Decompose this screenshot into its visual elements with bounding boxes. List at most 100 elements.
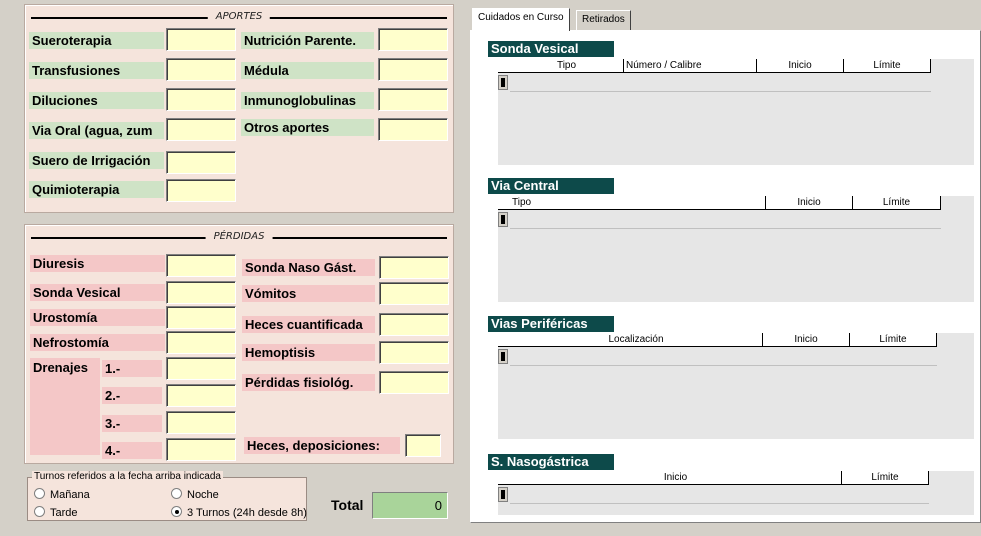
aportes-group: APORTES Sueroterapia Transfusiones Diluc… [24, 4, 454, 213]
field-nefrostomia[interactable] [166, 331, 236, 354]
label-vomitos: Vómitos [242, 285, 375, 302]
perdidas-group: PÉRDIDAS Diuresis Sonda Vesical Urostomí… [24, 224, 454, 464]
label-nutricion-parenteral: Nutrición Parente. [241, 32, 374, 49]
label-heces-cuantificada: Heces cuantificada [242, 316, 375, 333]
field-sonda-vesical[interactable] [166, 281, 236, 304]
label-suero-irrigacion: Suero de Irrigación [29, 152, 164, 169]
label-hemoptisis: Hemoptisis [242, 344, 375, 361]
field-medula[interactable] [378, 58, 448, 81]
field-sonda-naso-gastrica[interactable] [379, 256, 449, 279]
field-heces-deposiciones[interactable] [405, 434, 441, 457]
field-nutricion-parenteral[interactable] [378, 28, 448, 51]
label-nefrostomia: Nefrostomía [30, 334, 165, 351]
table-row[interactable] [510, 212, 941, 229]
label-sonda-naso-gastrica: Sonda Naso Gást. [242, 259, 375, 276]
grid-header: Tipo Número / Calibre Inicio Límite [498, 59, 931, 73]
col-numero-calibre[interactable]: Número / Calibre [624, 59, 757, 73]
radio-tarde[interactable]: Tarde [34, 506, 78, 519]
radio-circle-icon [171, 488, 182, 499]
label-otros-aportes: Otros aportes [241, 119, 374, 136]
label-drenaje-4: 4.- [102, 442, 162, 459]
field-drenaje-1[interactable] [166, 357, 236, 380]
grid-header: Tipo Inicio Límite [498, 196, 941, 210]
field-urostomia[interactable] [166, 306, 236, 329]
cuidados-panel: Cuidados en Curso Retirados Sonda Vesica… [467, 0, 981, 536]
row-selector-icon[interactable] [498, 75, 508, 90]
field-perdidas-fisiologicas[interactable] [379, 371, 449, 394]
grid-vias-perifericas[interactable]: Localización Inicio Límite [498, 333, 974, 439]
radio-manana[interactable]: Mañana [34, 488, 90, 501]
label-drenaje-1: 1.- [102, 360, 162, 377]
label-sonda-vesical: Sonda Vesical [30, 284, 165, 301]
label-medula: Médula [241, 62, 374, 79]
field-via-oral[interactable] [166, 118, 236, 141]
col-inicio[interactable]: Inicio [510, 471, 842, 485]
total-value: 0 [372, 492, 448, 519]
field-drenaje-4[interactable] [166, 438, 236, 461]
tab-retirados[interactable]: Retirados [576, 10, 631, 30]
grid-header: Localización Inicio Límite [498, 333, 937, 347]
label-diuresis: Diuresis [30, 255, 165, 272]
row-selector-icon[interactable] [498, 487, 508, 502]
col-limite[interactable]: Límite [842, 471, 929, 485]
label-drenajes: Drenajes [33, 360, 88, 375]
row-selector-icon[interactable] [498, 349, 508, 364]
field-heces-cuantificada[interactable] [379, 313, 449, 336]
perdidas-title: PÉRDIDAS [205, 231, 273, 243]
col-localizacion[interactable]: Localización [510, 333, 763, 347]
label-diluciones: Diluciones [29, 92, 164, 109]
table-row[interactable] [510, 487, 929, 504]
section-title-via-central: Via Central [488, 178, 614, 194]
field-drenaje-2[interactable] [166, 384, 236, 407]
total-label: Total [331, 497, 364, 513]
field-quimioterapia[interactable] [166, 179, 236, 202]
col-tipo[interactable]: Tipo [510, 196, 766, 210]
tab-page: Sonda Vesical Tipo Número / Calibre Inic… [470, 30, 981, 523]
label-urostomia: Urostomía [30, 309, 165, 326]
field-sueroterapia[interactable] [166, 28, 236, 51]
aportes-title: APORTES [207, 11, 271, 23]
field-diuresis[interactable] [166, 254, 236, 277]
grid-header: Inicio Límite [498, 471, 929, 485]
col-inicio[interactable]: Inicio [766, 196, 853, 210]
label-drenaje-2: 2.- [102, 387, 162, 404]
field-suero-irrigacion[interactable] [166, 151, 236, 174]
table-row[interactable] [510, 75, 931, 92]
radio-circle-icon [34, 506, 45, 517]
field-diluciones[interactable] [166, 88, 236, 111]
field-otros-aportes[interactable] [378, 118, 448, 141]
field-hemoptisis[interactable] [379, 341, 449, 364]
radio-selected-icon [171, 506, 182, 517]
field-inmunoglobulinas[interactable] [378, 88, 448, 111]
turnos-group: Turnos referidos a la fecha arriba indic… [27, 471, 307, 521]
grid-via-central[interactable]: Tipo Inicio Límite [498, 196, 974, 302]
col-limite[interactable]: Límite [844, 59, 931, 73]
col-tipo[interactable]: Tipo [510, 59, 624, 73]
col-limite[interactable]: Límite [850, 333, 937, 347]
col-inicio[interactable]: Inicio [763, 333, 850, 347]
col-limite[interactable]: Límite [853, 196, 941, 210]
field-vomitos[interactable] [379, 282, 449, 305]
field-transfusiones[interactable] [166, 58, 236, 81]
row-selector-icon[interactable] [498, 212, 508, 227]
balance-panel: APORTES Sueroterapia Transfusiones Diluc… [0, 0, 462, 536]
grid-s-nasogastrica[interactable]: Inicio Límite [498, 471, 974, 515]
radio-circle-icon [34, 488, 45, 499]
section-title-vias-perifericas: Vias Periféricas [488, 316, 614, 332]
table-row[interactable] [510, 349, 937, 366]
label-drenaje-3: 3.- [102, 415, 162, 432]
radio-3-turnos[interactable]: 3 Turnos (24h desde 8h) [171, 506, 307, 519]
section-title-sonda-vesical: Sonda Vesical [488, 41, 614, 57]
label-perdidas-fisiologicas: Pérdidas fisiológ. [242, 374, 375, 391]
radio-noche[interactable]: Noche [171, 488, 219, 501]
field-drenaje-3[interactable] [166, 411, 236, 434]
tab-cuidados-en-curso[interactable]: Cuidados en Curso [472, 8, 570, 31]
grid-sonda-vesical[interactable]: Tipo Número / Calibre Inicio Límite [498, 59, 974, 165]
label-transfusiones: Transfusiones [29, 62, 164, 79]
turnos-title: Turnos referidos a la fecha arriba indic… [32, 471, 223, 482]
label-sueroterapia: Sueroterapia [29, 32, 164, 49]
label-heces-deposiciones: Heces, deposiciones: [244, 437, 400, 454]
section-title-s-nasogastrica: S. Nasogástrica [488, 454, 614, 470]
col-inicio[interactable]: Inicio [757, 59, 844, 73]
label-quimioterapia: Quimioterapia [29, 181, 164, 198]
